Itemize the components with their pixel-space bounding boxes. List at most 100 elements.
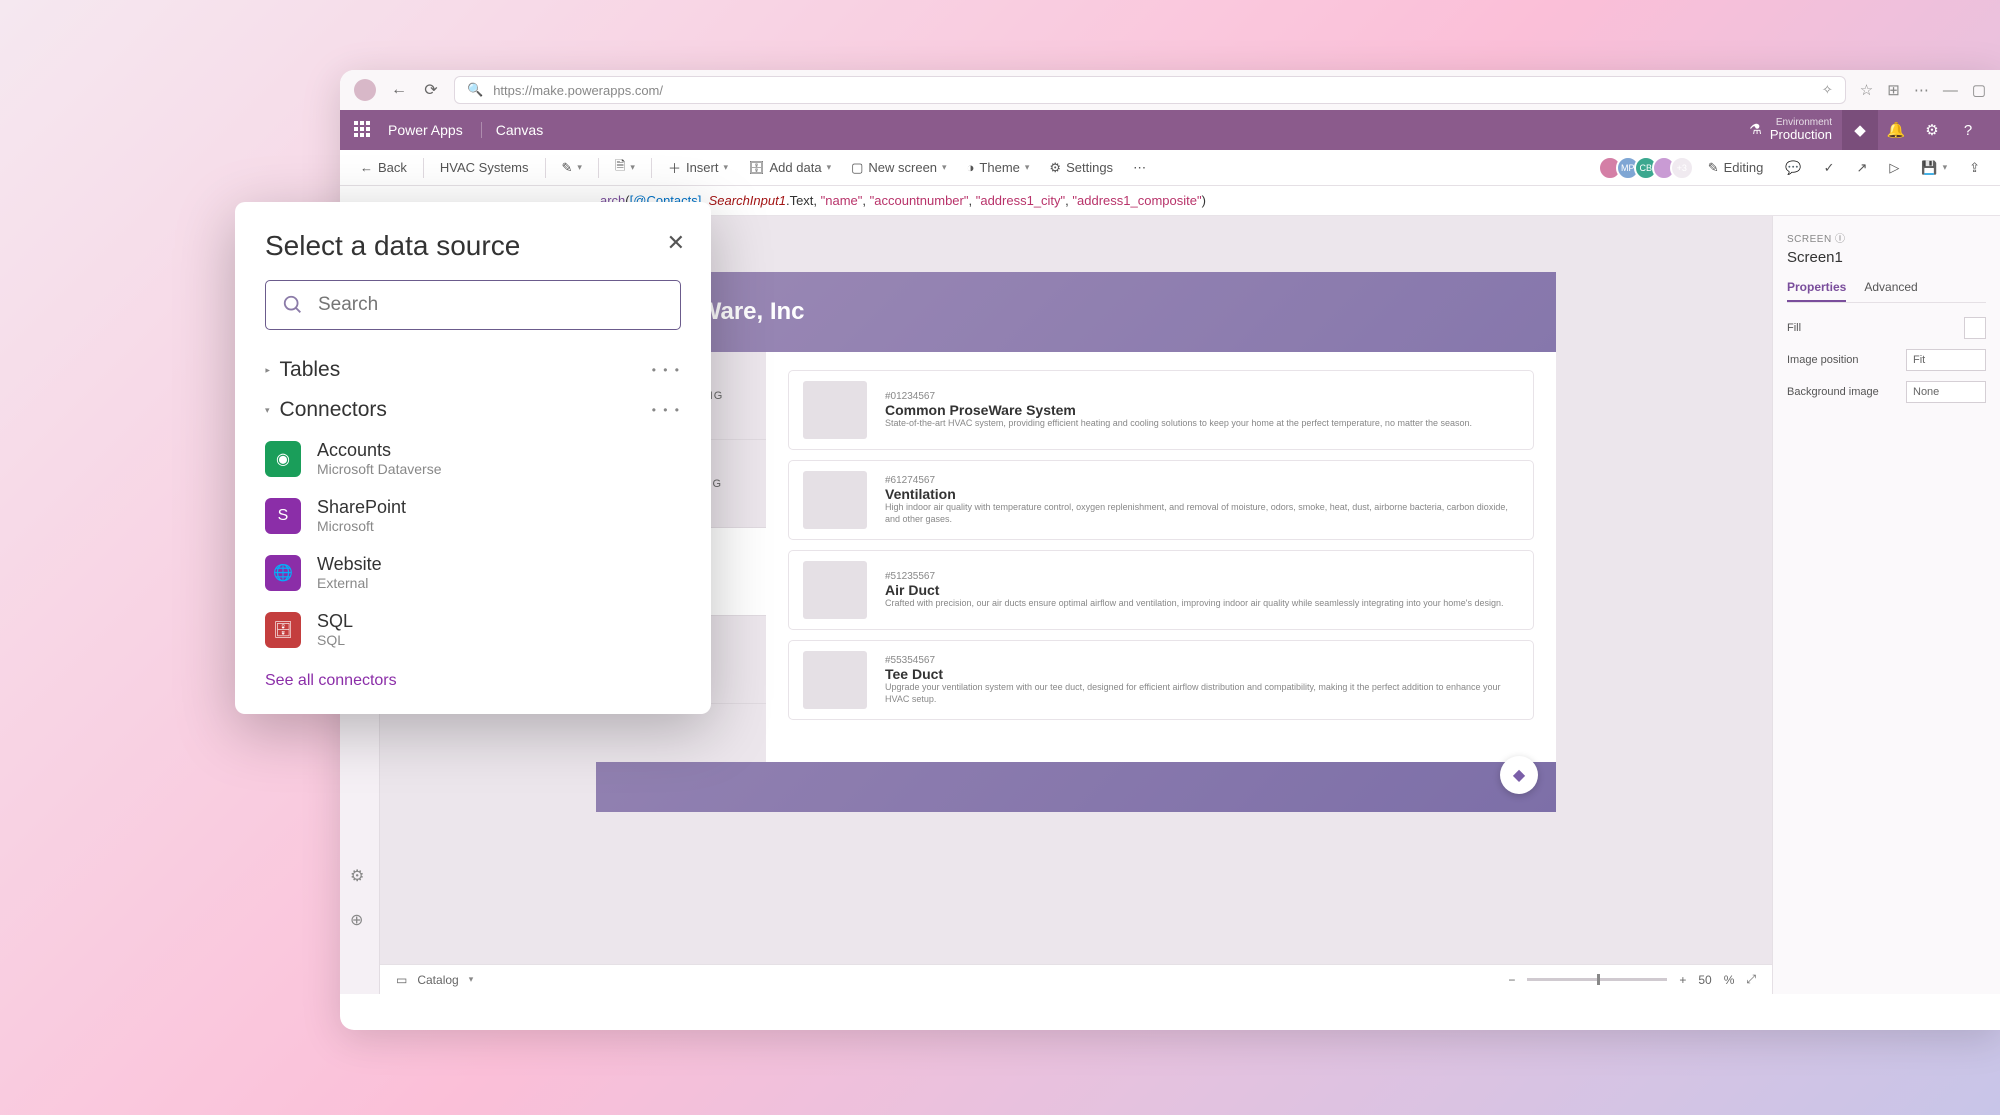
browser-chrome: ← ⟳ 🔍 https://make.powerapps.com/ ✧ ☆ ⊞ … bbox=[340, 70, 2000, 110]
data-source-modal: Select a data source ✕ ▾ Tables • • • ▾ … bbox=[235, 202, 711, 714]
screen-indicator-icon: ▭ bbox=[396, 973, 407, 987]
address-bar[interactable]: 🔍 https://make.powerapps.com/ ✧ bbox=[454, 76, 1846, 104]
search-icon bbox=[282, 294, 304, 316]
editing-mode[interactable]: ✎ Editing bbox=[1700, 156, 1772, 180]
connector-item-sharepoint[interactable]: S SharePointMicrosoft bbox=[265, 487, 681, 544]
theme-button[interactable]: ◑ Theme ▾ bbox=[959, 156, 1038, 179]
edit-icon[interactable]: ✎ ▾ bbox=[554, 156, 590, 180]
list-item[interactable]: #55354567 Tee Duct Upgrade your ventilat… bbox=[788, 640, 1534, 720]
tab-properties[interactable]: Properties bbox=[1787, 280, 1846, 302]
preview-company-title: ProseWare, Inc bbox=[632, 298, 1520, 326]
environment-picker[interactable]: ⚗ Environment Production bbox=[1749, 117, 1832, 142]
app-preview: ProseWare, Inc Heating & Air RESOURCING … bbox=[596, 272, 1556, 812]
readmode-icon[interactable]: ✧ bbox=[1822, 82, 1833, 98]
connectors-section[interactable]: ▾ Connectors • • • bbox=[265, 390, 681, 430]
item-id: #51235567 bbox=[885, 571, 1519, 582]
background-image-input[interactable] bbox=[1906, 381, 1986, 403]
item-id: #61274567 bbox=[885, 475, 1519, 486]
connector-item-sql[interactable]: 🗄 SQLSQL bbox=[265, 601, 681, 658]
chevron-right-icon: ▾ bbox=[262, 368, 273, 373]
settings-button[interactable]: ⚙ Settings bbox=[1041, 156, 1121, 180]
item-desc: Crafted with precision, our air ducts en… bbox=[885, 598, 1519, 610]
maximize-icon[interactable]: ▢ bbox=[1972, 81, 1986, 99]
collections-icon[interactable]: ⊞ bbox=[1887, 81, 1900, 99]
item-thumbnail bbox=[803, 381, 867, 439]
publish-icon[interactable]: ⇪ bbox=[1961, 156, 1988, 180]
item-id: #55354567 bbox=[885, 655, 1519, 666]
image-position-input[interactable] bbox=[1906, 349, 1986, 371]
more-icon[interactable]: • • • bbox=[652, 403, 681, 417]
close-icon[interactable]: ✕ bbox=[667, 230, 685, 256]
search-field[interactable] bbox=[318, 294, 664, 316]
list-item[interactable]: #51235567 Air Duct Crafted with precisio… bbox=[788, 550, 1534, 630]
item-title: Common ProseWare System bbox=[885, 402, 1519, 418]
zoom-value: 50 bbox=[1698, 973, 1711, 987]
gear-icon[interactable]: ⚙ bbox=[350, 866, 364, 886]
app-title: HVAC Systems bbox=[432, 156, 537, 179]
item-id: #01234567 bbox=[885, 391, 1519, 402]
sql-icon: 🗄 bbox=[265, 612, 301, 648]
collaborator-avatars[interactable]: MPCB +3 bbox=[1604, 156, 1694, 180]
item-thumbnail bbox=[803, 651, 867, 709]
chevron-down-icon[interactable]: ▾ bbox=[469, 974, 474, 985]
preview-icon[interactable]: ▷ bbox=[1881, 156, 1907, 180]
back-icon[interactable]: ← bbox=[390, 81, 408, 99]
item-title: Tee Duct bbox=[885, 666, 1519, 682]
add-data-button[interactable]: 🗄 Add data ▾ bbox=[740, 156, 839, 180]
preview-subtitle: Heating & Air bbox=[632, 326, 1520, 338]
item-title: Ventilation bbox=[885, 486, 1519, 502]
properties-panel: SCREEN ⓘ Screen1 Properties Advanced Fil… bbox=[1772, 216, 2000, 994]
comments-icon[interactable]: 💬 bbox=[1777, 156, 1809, 180]
editor-mode: Canvas bbox=[481, 122, 543, 138]
connector-item-website[interactable]: 🌐 WebsiteExternal bbox=[265, 544, 681, 601]
zoom-slider[interactable] bbox=[1527, 978, 1667, 981]
file-icon[interactable]: 🗎 ▾ bbox=[607, 153, 643, 183]
fill-color-swatch[interactable] bbox=[1964, 317, 1986, 339]
tab-advanced[interactable]: Advanced bbox=[1864, 280, 1917, 302]
share-icon[interactable]: ↗ bbox=[1848, 156, 1875, 180]
prop-fill-label: Fill bbox=[1787, 322, 1801, 334]
save-icon[interactable]: 💾 ▾ bbox=[1913, 156, 1955, 180]
item-desc: State-of-the-art HVAC system, providing … bbox=[885, 418, 1519, 430]
zoom-pct: % bbox=[1724, 973, 1735, 987]
toolbar-more-icon[interactable]: ⋯ bbox=[1125, 156, 1154, 180]
url-text: https://make.powerapps.com/ bbox=[493, 83, 663, 98]
notifications-icon[interactable]: 🔔 bbox=[1878, 110, 1914, 150]
sharepoint-icon: S bbox=[265, 498, 301, 534]
item-desc: High indoor air quality with temperature… bbox=[885, 502, 1519, 525]
search-icon: 🔍 bbox=[467, 82, 483, 98]
screen-label: SCREEN ⓘ bbox=[1787, 230, 1986, 245]
chevron-down-icon: ▾ bbox=[265, 405, 270, 416]
fullscreen-icon[interactable]: ⤢ bbox=[1746, 972, 1756, 987]
copilot-header-icon[interactable]: ◆ bbox=[1842, 110, 1878, 150]
list-item[interactable]: #01234567 Common ProseWare System State-… bbox=[788, 370, 1534, 450]
info-icon[interactable]: ⓘ bbox=[1835, 234, 1846, 245]
environment-icon: ⚗ bbox=[1749, 121, 1762, 138]
refresh-icon[interactable]: ⟳ bbox=[422, 81, 440, 99]
app-launcher-icon[interactable] bbox=[354, 121, 372, 139]
help-icon[interactable]: ? bbox=[1950, 110, 1986, 150]
see-all-connectors-link[interactable]: See all connectors bbox=[265, 672, 681, 690]
connector-item-accounts[interactable]: ◉ AccountsMicrosoft Dataverse bbox=[265, 430, 681, 487]
app-name: Power Apps bbox=[388, 122, 463, 138]
add-icon[interactable]: ⊕ bbox=[350, 910, 364, 930]
zoom-out-icon[interactable]: − bbox=[1508, 973, 1515, 987]
new-screen-button[interactable]: ▢ New screen ▾ bbox=[843, 156, 954, 180]
more-icon[interactable]: • • • bbox=[652, 363, 681, 377]
insert-button[interactable]: ＋ Insert ▾ bbox=[660, 154, 736, 181]
status-bar: ▭ Catalog ▾ − + 50 % ⤢ bbox=[380, 964, 1772, 994]
zoom-in-icon[interactable]: + bbox=[1679, 973, 1686, 987]
item-title: Air Duct bbox=[885, 582, 1519, 598]
back-button[interactable]: ← Back bbox=[352, 156, 415, 179]
tables-section[interactable]: ▾ Tables • • • bbox=[265, 350, 681, 390]
profile-avatar[interactable] bbox=[354, 79, 376, 101]
prop-background-image-label: Background image bbox=[1787, 386, 1879, 398]
favorite-icon[interactable]: ☆ bbox=[1860, 81, 1873, 99]
search-input[interactable] bbox=[265, 280, 681, 330]
minimize-icon[interactable]: ― bbox=[1943, 82, 1958, 99]
list-item[interactable]: #61274567 Ventilation High indoor air qu… bbox=[788, 460, 1534, 540]
settings-header-icon[interactable]: ⚙ bbox=[1914, 110, 1950, 150]
checker-icon[interactable]: ✓ bbox=[1816, 156, 1843, 180]
more-icon[interactable]: ⋯ bbox=[1914, 81, 1929, 99]
copilot-fab[interactable]: ◆ bbox=[1500, 756, 1538, 794]
